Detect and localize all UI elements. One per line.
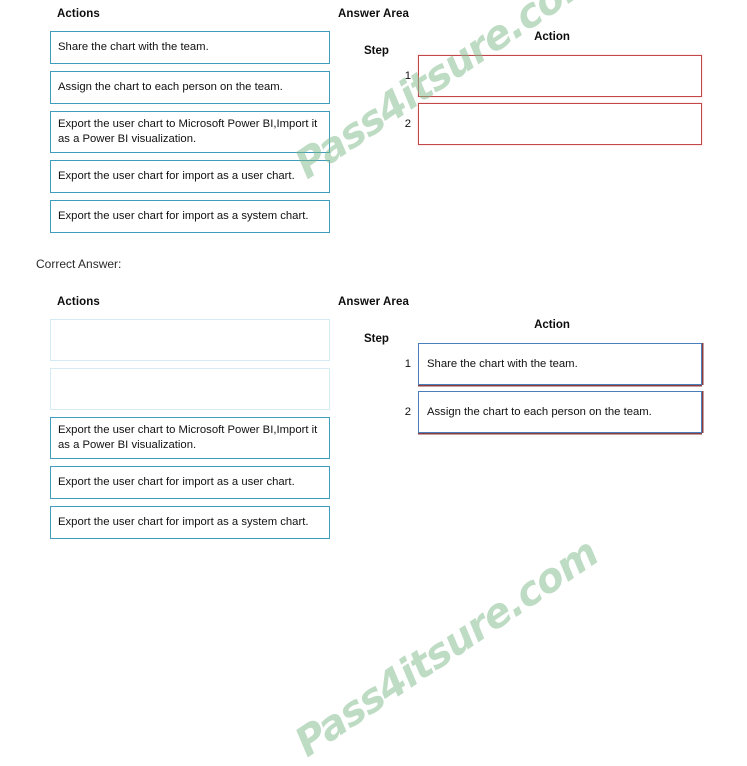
answer-row: 2 Assign the chart to each person on the… — [338, 391, 718, 433]
action-item[interactable]: Export the user chart for import as a sy… — [50, 200, 330, 233]
action-item-label: Export the user chart to Microsoft Power… — [58, 424, 318, 451]
actions-list: Share the chart with the team. Assign th… — [50, 31, 330, 240]
answer-column-header-action: Action — [534, 319, 570, 331]
watermark-text: Pass4itsure.com — [287, 529, 607, 766]
action-item-label: Export the user chart for import as a sy… — [58, 516, 309, 529]
action-item-label: Export the user chart to Microsoft Power… — [58, 118, 318, 145]
answer-column-header-action: Action — [534, 31, 570, 43]
question-panel: Actions Answer Area Share the chart with… — [0, 0, 747, 250]
action-item-empty[interactable] — [50, 319, 330, 361]
action-item-label: Assign the chart to each person on the t… — [58, 81, 283, 94]
correct-answer-label: Correct Answer: — [36, 257, 122, 271]
action-item[interactable]: Export the user chart for import as a sy… — [50, 506, 330, 539]
action-item[interactable]: Export the user chart for import as a us… — [50, 466, 330, 499]
action-item-label: Export the user chart for import as a sy… — [58, 210, 309, 223]
answer-row: 2 — [338, 103, 718, 145]
answer-area-header: Answer Area — [338, 8, 409, 20]
answer-step-number: 2 — [404, 118, 411, 130]
answer-drop-slot[interactable]: Assign the chart to each person on the t… — [418, 391, 702, 433]
answer-drop-slot[interactable] — [418, 55, 702, 97]
answer-slot-label: Assign the chart to each person on the t… — [427, 406, 652, 418]
action-item-label: Export the user chart for import as a us… — [58, 170, 295, 183]
actions-column-header: Actions — [57, 296, 100, 308]
answer-step-number: 1 — [404, 70, 411, 82]
answer-slot-label: Share the chart with the team. — [427, 358, 578, 370]
answer-step-number: 2 — [404, 406, 411, 418]
action-item[interactable]: Export the user chart to Microsoft Power… — [50, 111, 330, 153]
action-item[interactable]: Assign the chart to each person on the t… — [50, 71, 330, 104]
actions-list: Export the user chart to Microsoft Power… — [50, 319, 330, 546]
answer-drop-slot[interactable]: Share the chart with the team. — [418, 343, 702, 385]
action-item-label: Export the user chart for import as a us… — [58, 476, 295, 489]
answer-row: 1 — [338, 55, 718, 97]
correct-answer-panel: Actions Answer Area Export the user char… — [0, 288, 747, 766]
actions-column-header: Actions — [57, 8, 100, 20]
answer-step-number: 1 — [404, 358, 411, 370]
action-item-label: Share the chart with the team. — [58, 41, 209, 54]
action-item-empty[interactable] — [50, 368, 330, 410]
action-item[interactable]: Export the user chart for import as a us… — [50, 160, 330, 193]
answer-drop-slot[interactable] — [418, 103, 702, 145]
answer-row: 1 Share the chart with the team. — [338, 343, 718, 385]
answer-area-header: Answer Area — [338, 296, 409, 308]
action-item[interactable]: Export the user chart to Microsoft Power… — [50, 417, 330, 459]
action-item[interactable]: Share the chart with the team. — [50, 31, 330, 64]
